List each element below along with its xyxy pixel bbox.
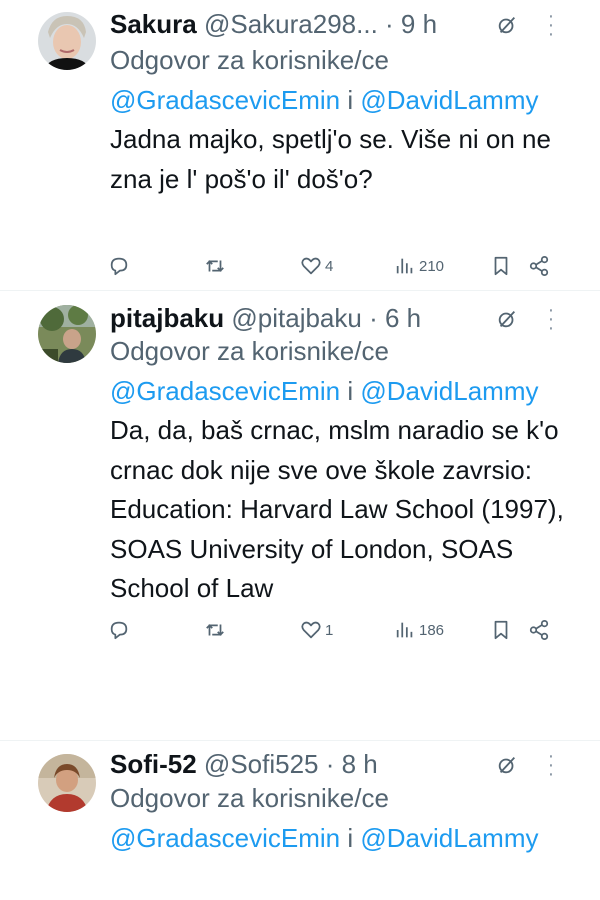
reply-button[interactable] bbox=[108, 615, 130, 645]
reply-context: Odgovor za korisnike/ce @GradascevicEmin… bbox=[110, 779, 570, 858]
share-icon bbox=[529, 255, 549, 277]
tweet[interactable]: Sofi-52 @Sofi525 · 8 h · · · Odgovor za ko… bbox=[0, 740, 600, 900]
heart-icon bbox=[301, 257, 321, 275]
reply-icon bbox=[110, 621, 128, 640]
grok-icon[interactable] bbox=[496, 308, 518, 330]
separator: · bbox=[377, 9, 401, 39]
user-handle[interactable]: @Sakura298... bbox=[204, 8, 378, 40]
display-name[interactable]: Sofi-52 bbox=[110, 749, 197, 779]
mention-link[interactable]: @DavidLammy bbox=[360, 376, 538, 406]
like-button[interactable]: 4 bbox=[300, 251, 333, 281]
mention-link[interactable]: @DavidLammy bbox=[360, 85, 538, 115]
action-bar: 1 186 bbox=[108, 615, 558, 645]
like-button[interactable]: 1 bbox=[300, 615, 333, 645]
avatar[interactable] bbox=[38, 305, 96, 363]
tweet[interactable]: Sakura @Sakura298... · 9 h · · · Odgovor z… bbox=[0, 0, 600, 290]
views-button[interactable]: 210 bbox=[394, 251, 444, 281]
bookmark-icon bbox=[494, 256, 508, 276]
mention-link[interactable]: @GradascevicEmin bbox=[110, 85, 340, 115]
user-handle[interactable]: @pitajbaku bbox=[231, 303, 361, 333]
bookmark-icon bbox=[494, 620, 508, 640]
display-name[interactable]: pitajbaku bbox=[110, 303, 224, 333]
timestamp[interactable]: 6 h bbox=[385, 303, 421, 333]
reply-joiner: i bbox=[340, 84, 361, 115]
display-name[interactable]: Sakura bbox=[110, 9, 197, 39]
share-button[interactable] bbox=[528, 615, 550, 645]
timestamp[interactable]: 8 h bbox=[342, 749, 378, 779]
reply-prefix: Odgovor za korisnike/ce bbox=[110, 783, 389, 813]
tweet-text: Da, da, baš crnac, mslm naradio se k'o c… bbox=[110, 415, 564, 603]
tweet-body: Odgovor za korisnike/ce @GradascevicEmin… bbox=[110, 779, 570, 858]
reply-prefix: Odgovor za korisnike/ce bbox=[110, 45, 389, 75]
tweet[interactable]: pitajbaku @pitajbaku · 6 h · · · Odgovor z… bbox=[0, 290, 600, 740]
grok-icon[interactable] bbox=[496, 754, 518, 776]
share-button[interactable] bbox=[528, 251, 550, 281]
retweet-icon bbox=[206, 624, 224, 636]
mention-link[interactable]: @GradascevicEmin bbox=[110, 376, 340, 406]
more-icon[interactable]: · · · bbox=[546, 300, 556, 338]
view-count: 186 bbox=[419, 621, 445, 639]
action-bar: 4 210 bbox=[108, 251, 558, 281]
reply-context: Odgovor za korisnike/ce @GradascevicEmin… bbox=[110, 41, 570, 120]
timestamp[interactable]: 9 h bbox=[401, 9, 437, 39]
grok-icon[interactable] bbox=[496, 14, 518, 36]
user-handle[interactable]: @Sofi525 bbox=[204, 749, 319, 779]
reply-button[interactable] bbox=[108, 251, 130, 281]
reply-prefix: Odgovor za korisnike/ce bbox=[110, 336, 389, 366]
tweet-text: Jadna majko, spetlj'o se. Više ni on ne … bbox=[110, 124, 551, 194]
share-icon bbox=[529, 619, 549, 641]
separator: · bbox=[361, 303, 385, 333]
reply-context: Odgovor za korisnike/ce @GradascevicEmin… bbox=[110, 332, 570, 411]
like-count: 4 bbox=[325, 257, 334, 275]
reply-joiner: i bbox=[340, 375, 361, 406]
mention-link[interactable]: @GradascevicEmin bbox=[110, 823, 340, 853]
views-icon bbox=[396, 258, 413, 274]
views-icon bbox=[396, 622, 413, 638]
separator: · bbox=[318, 749, 342, 779]
more-icon[interactable]: · · · bbox=[546, 6, 556, 44]
avatar[interactable] bbox=[38, 12, 96, 70]
mention-link[interactable]: @DavidLammy bbox=[360, 823, 538, 853]
retweet-button[interactable] bbox=[204, 251, 226, 281]
view-count: 210 bbox=[419, 257, 445, 275]
avatar[interactable] bbox=[38, 754, 96, 812]
like-count: 1 bbox=[325, 621, 334, 639]
more-icon[interactable]: · · · bbox=[546, 746, 556, 784]
reply-icon bbox=[110, 257, 128, 276]
reply-joiner: i bbox=[340, 822, 361, 853]
tweet-body: Odgovor za korisnike/ce @GradascevicEmin… bbox=[110, 41, 570, 199]
retweet-icon bbox=[206, 260, 224, 272]
bookmark-button[interactable] bbox=[490, 615, 512, 645]
retweet-button[interactable] bbox=[204, 615, 226, 645]
views-button[interactable]: 186 bbox=[394, 615, 444, 645]
heart-icon bbox=[301, 621, 321, 639]
bookmark-button[interactable] bbox=[490, 251, 512, 281]
tweet-body: Odgovor za korisnike/ce @GradascevicEmin… bbox=[110, 332, 570, 609]
